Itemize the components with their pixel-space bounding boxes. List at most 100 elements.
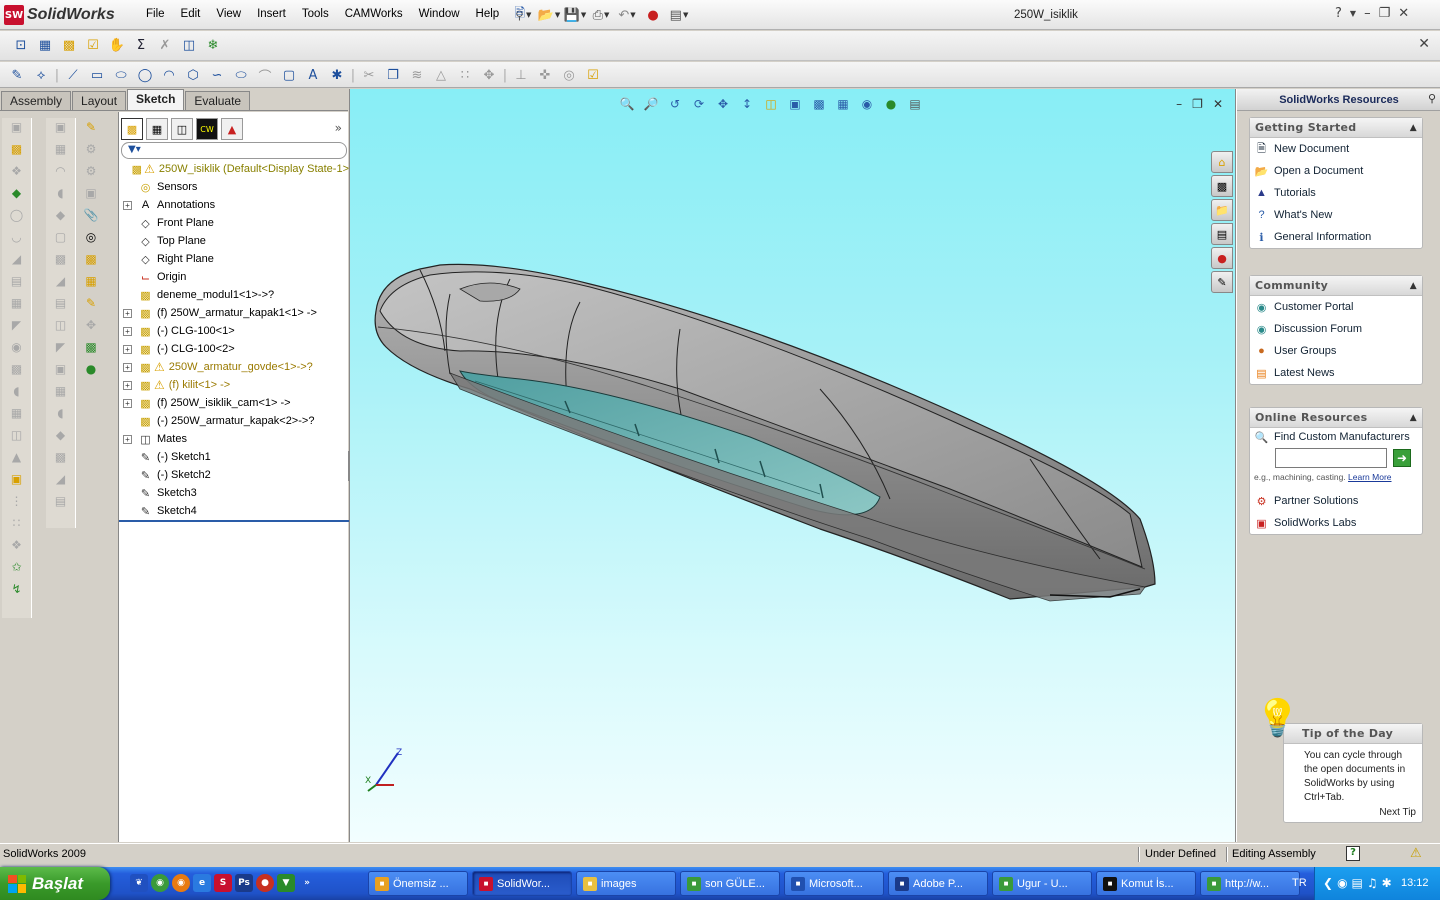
taskbar-button[interactable]: ■ images [576,871,676,896]
chamfer-icon[interactable]: ◢ [6,250,28,268]
graphics-area[interactable]: 🔍 🔎 ↺ ⟳ ✥ ↕ ◫ ▣ ▩ ▦ ◉ ● ▤ – ❐ ✕ ⌂ ▩ 📁 ▤ … [349,89,1236,842]
quicklaunch-solidworks-icon[interactable]: S [214,874,232,892]
cut-with-surface-icon[interactable]: ◢ [50,470,72,488]
rib-icon[interactable]: ▤ [6,272,28,290]
pan-icon[interactable]: ✥ [712,95,734,113]
plane-sketch-icon[interactable]: ▢ [278,65,300,85]
tree-item[interactable]: + ▩ (f) 250W_armatur_kapak1<1> -> [119,304,349,322]
add-in-icon[interactable]: ● [80,360,102,378]
tree-item[interactable]: + ▩ (-) CLG-100<1> [119,322,349,340]
rapid-sketch-icon[interactable]: ☑ [582,65,604,85]
tree-item[interactable]: ✎ Sketch4 [119,502,349,520]
interference-icon[interactable]: ✗ [154,35,176,55]
view-orientation-icon[interactable]: ▣ [784,95,806,113]
undo-icon[interactable]: ↶ ▼ [616,5,638,25]
sweep-icon[interactable]: ❖ [6,162,28,180]
menu-help[interactable]: Help [468,8,508,22]
move-entities-icon[interactable]: ✥ [478,65,500,85]
planar-surface-icon[interactable]: ▢ [50,228,72,246]
mirror-icon[interactable]: △ [430,65,452,85]
design-table-icon[interactable]: ▦ [80,272,102,290]
mass-properties-icon[interactable]: Σ [130,35,152,55]
user-groups-link[interactable]: ● User Groups [1250,340,1422,362]
rebuild-icon[interactable]: ● [642,5,664,25]
expand-icon[interactable]: + [123,200,132,210]
clock[interactable]: 13:12 [1401,877,1429,889]
trim-icon[interactable]: ✂ [358,65,380,85]
taskbar-button[interactable]: ■ Önemsiz ... [368,871,468,896]
circle-icon[interactable]: ◯ [134,65,156,85]
collapse-icon[interactable]: ▲ [1410,408,1417,428]
menu-file[interactable]: File [138,8,173,22]
expand-icon[interactable]: + [123,434,132,444]
extend-surface-icon[interactable]: ▣ [50,360,72,378]
next-tip-link[interactable]: Next Tip [1379,807,1416,818]
close-icon[interactable]: ✕ [1398,6,1409,21]
gear-part-icon[interactable]: ⚙ [80,140,102,158]
getting-started-header[interactable]: Getting Started ▲ [1250,118,1422,138]
shell-icon[interactable]: ▦ [6,294,28,312]
dome-icon[interactable]: ◖ [6,382,28,400]
add-relation-icon[interactable]: ✜ [534,65,556,85]
expand-icon[interactable]: + [123,380,132,390]
trim-surface-icon[interactable]: ◤ [50,338,72,356]
hide-show-icon[interactable]: ▦ [832,95,854,113]
ruled-surface-icon[interactable]: ▤ [50,492,72,510]
spline-icon[interactable]: ∽ [206,65,228,85]
draft-icon[interactable]: ◤ [6,316,28,334]
tree-item[interactable]: ▩ (-) 250W_armatur_kapak<2>->? [119,412,349,430]
general-information-link[interactable]: ℹ General Information [1250,226,1422,248]
sketch-3d-icon[interactable]: ↯ [6,580,28,598]
tab-sketch[interactable]: Sketch [127,89,185,110]
previous-view-icon[interactable]: ↺ [664,95,686,113]
camworks-tab-icon[interactable]: CW [196,118,218,140]
tree-item[interactable]: + ▩ (f) 250W_isiklik_cam<1> -> [119,394,349,412]
reference-geometry-icon[interactable]: ▲ [6,448,28,466]
collapse-icon[interactable]: ▲ [1410,118,1417,138]
expand-icon[interactable]: + [123,362,132,372]
sketch-icon[interactable]: ✎ [6,65,28,85]
tutorials-link[interactable]: ▲ Tutorials [1250,182,1422,204]
mirror-feature-icon[interactable]: ◫ [6,426,28,444]
explode-line-icon[interactable]: ❄ [202,35,224,55]
tree-item[interactable]: + A Annotations [119,196,349,214]
property-manager-tab-icon[interactable]: ▦ [146,118,168,140]
fillet-feature-icon[interactable]: ◡ [6,228,28,246]
polygon-icon[interactable]: ⬡ [182,65,204,85]
tree-item[interactable]: ◇ Top Plane [119,232,349,250]
search-go-button[interactable]: ➜ [1393,449,1411,467]
latest-news-link[interactable]: ▤ Latest News [1250,362,1422,384]
view-palette-tab-icon[interactable]: ▤ [1211,223,1233,245]
repair-sketch-icon[interactable]: ◎ [558,65,580,85]
save-icon[interactable]: 💾 ▼ [564,5,587,25]
taskbar-button[interactable]: ■ SolidWor... [472,871,572,896]
view-icon[interactable]: ◎ [80,228,102,246]
move-view-icon[interactable]: ↕ [736,95,758,113]
quicklaunch-ie-icon[interactable]: e [193,874,211,892]
offset-icon[interactable]: ≋ [406,65,428,85]
quicklaunch-chrome-icon[interactable]: ◉ [151,874,169,892]
menu-edit[interactable]: Edit [173,8,209,22]
minimize-icon[interactable]: – [1364,6,1371,21]
pattern-icon[interactable]: ▦ [6,404,28,422]
quicklaunch-photoshop-icon[interactable]: Ps [235,874,253,892]
wrap-icon[interactable]: ▩ [6,360,28,378]
macro-icon[interactable]: ✎ [80,294,102,312]
fillet-icon[interactable]: ⌒ [254,65,276,85]
loft-icon[interactable]: ◆ [6,184,28,202]
extruded-surface-icon[interactable]: ▣ [50,118,72,136]
zoom-area-icon[interactable]: 🔎 [640,95,662,113]
design-library-tab-icon[interactable]: ▩ [1211,175,1233,197]
community-header[interactable]: Community ▲ [1250,276,1422,296]
smart-dimension-icon[interactable]: ⟡ [30,65,52,85]
mate-icon[interactable]: ▦ [34,35,56,55]
boundary-surface-icon[interactable]: ◆ [50,206,72,224]
tray-bluetooth-icon[interactable]: ✱ [1382,876,1392,890]
open-icon[interactable]: 📂 ▼ [538,5,561,25]
rotate-view-icon[interactable]: ⟳ [688,95,710,113]
tray-expand-icon[interactable]: ❮ [1323,876,1333,890]
thicken-icon[interactable]: ▩ [50,448,72,466]
expand-icon[interactable]: + [123,398,132,408]
convert-entities-icon[interactable]: ❐ [382,65,404,85]
swept-surface-icon[interactable]: ◠ [50,162,72,180]
